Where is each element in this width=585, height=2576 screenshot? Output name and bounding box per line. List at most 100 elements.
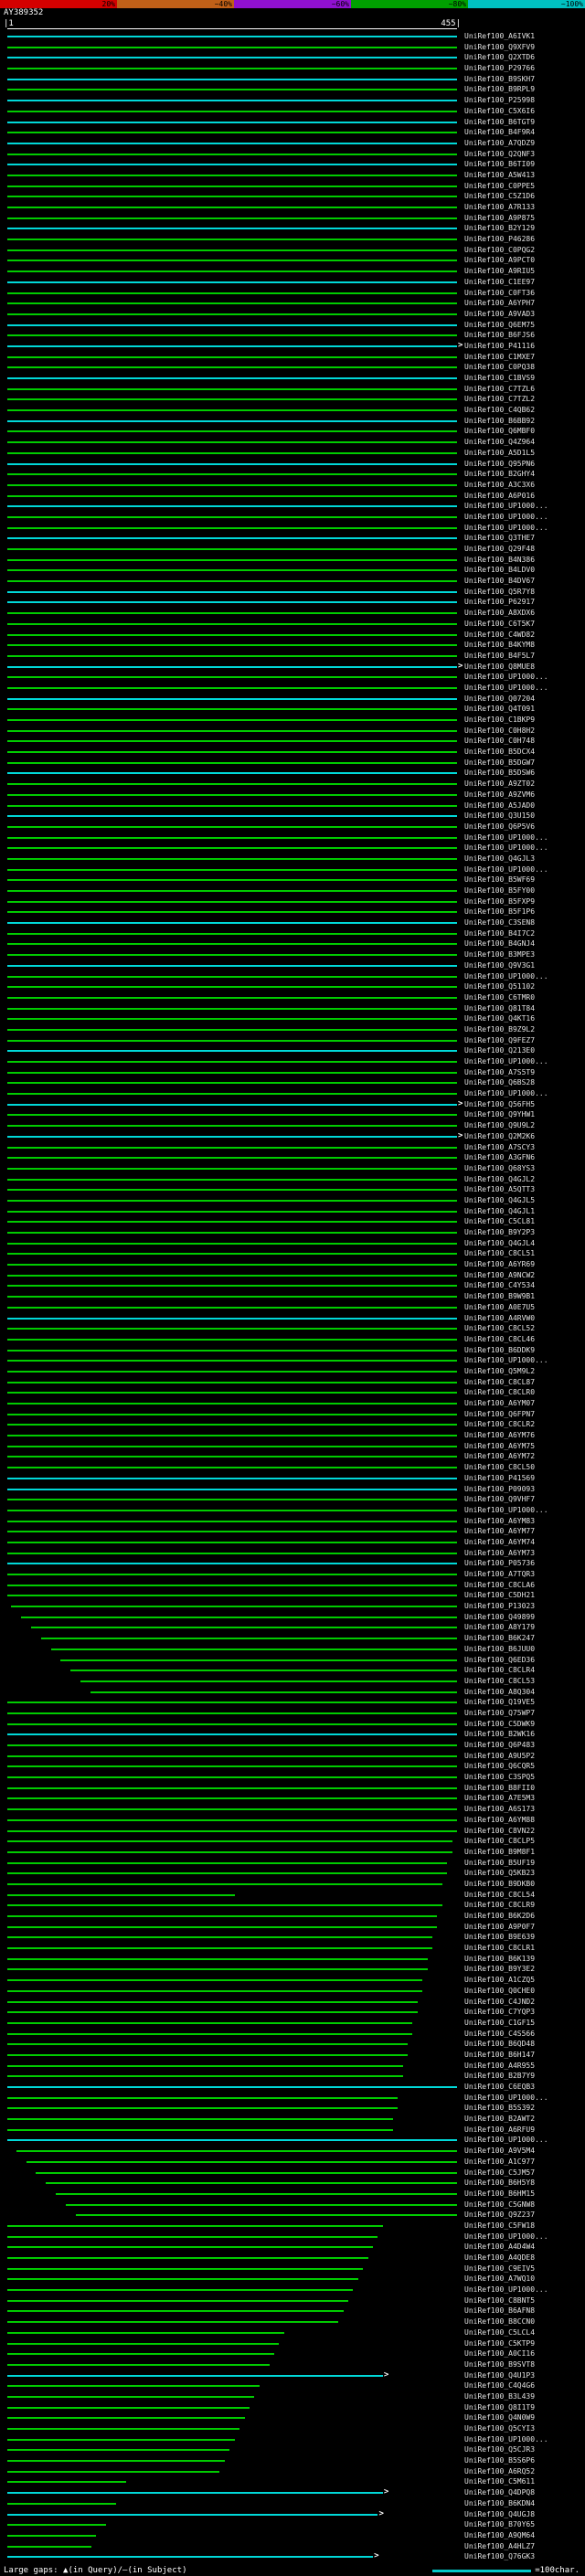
hit-label[interactable]: UniRef100_C8CLR9 — [464, 1900, 535, 1911]
alignment-bar[interactable] — [7, 740, 457, 742]
alignment-bar[interactable] — [7, 2129, 393, 2131]
alignment-bar[interactable] — [7, 1350, 457, 1352]
alignment-bar[interactable] — [7, 965, 457, 967]
hit-label[interactable]: UniRef100_UP1000... — [464, 1355, 548, 1366]
hit-label[interactable]: UniRef100_C8BNT5 — [464, 2295, 535, 2306]
hit-label[interactable]: UniRef100_B9Y3E2 — [464, 1964, 535, 1975]
hit-label[interactable]: UniRef100_A5W413 — [464, 170, 535, 181]
alignment-bar[interactable] — [80, 1680, 457, 1682]
alignment-bar[interactable] — [7, 430, 457, 432]
alignment-bar[interactable] — [7, 676, 457, 678]
hit-label[interactable]: UniRef100_A6YM72 — [464, 1451, 535, 1462]
hit-label[interactable]: UniRef100_Q5CJR3 — [464, 2444, 535, 2455]
alignment-bar[interactable] — [7, 388, 457, 390]
hit-label[interactable]: UniRef100_UP1000... — [464, 864, 548, 875]
hit-label[interactable]: UniRef100_Q8I1T9 — [464, 2402, 535, 2413]
alignment-bar[interactable] — [7, 2086, 457, 2088]
alignment-bar[interactable] — [7, 1029, 457, 1031]
alignment-bar[interactable] — [7, 217, 457, 219]
alignment-bar[interactable] — [7, 1904, 442, 1906]
alignment-bar[interactable] — [7, 2385, 260, 2387]
hit-label[interactable]: UniRef100_A3GFN6 — [464, 1152, 535, 1163]
alignment-bar[interactable] — [7, 68, 457, 69]
alignment-bar[interactable] — [7, 826, 457, 828]
alignment-bar[interactable] — [7, 1285, 457, 1287]
alignment-bar[interactable] — [7, 1414, 457, 1415]
hit-label[interactable]: UniRef100_A9NCW2 — [464, 1270, 535, 1281]
hit-label[interactable]: UniRef100_UP1000... — [464, 2093, 548, 2104]
hit-label[interactable]: UniRef100_A8XDX6 — [464, 608, 535, 619]
alignment-bar[interactable] — [7, 901, 457, 903]
hit-label[interactable]: UniRef100_Q6P5V6 — [464, 822, 535, 832]
alignment-bar[interactable] — [7, 2503, 116, 2505]
hit-label[interactable]: UniRef100_B6K2D6 — [464, 1911, 535, 1922]
hit-label[interactable]: UniRef100_A6YPH7 — [464, 298, 535, 309]
hit-label[interactable]: UniRef100_B6JUU0 — [464, 1644, 535, 1655]
hit-label[interactable]: UniRef100_C5LCL4 — [464, 2327, 535, 2338]
hit-label[interactable]: UniRef100_C4Y534 — [464, 1280, 535, 1291]
alignment-bar[interactable] — [7, 1585, 457, 1586]
hit-label[interactable]: UniRef100_P41116 — [464, 341, 535, 352]
hit-label[interactable]: UniRef100_A6YM83 — [464, 1516, 535, 1527]
alignment-bar[interactable] — [7, 869, 457, 871]
hit-label[interactable]: UniRef100_B5FY00 — [464, 885, 535, 896]
alignment-bar[interactable] — [7, 1253, 457, 1255]
hit-label[interactable]: UniRef100_A9ZT02 — [464, 779, 535, 790]
alignment-bar[interactable] — [7, 751, 457, 753]
alignment-bar[interactable] — [7, 2343, 279, 2345]
alignment-bar[interactable] — [7, 292, 457, 294]
hit-label[interactable]: UniRef100_B6H147 — [464, 2050, 535, 2061]
alignment-bar[interactable] — [7, 1723, 457, 1725]
alignment-bar[interactable] — [7, 569, 457, 571]
alignment-bar[interactable] — [7, 2236, 378, 2238]
alignment-bar[interactable] — [16, 2150, 457, 2152]
hit-label[interactable]: UniRef100_C8CLR1 — [464, 1943, 535, 1954]
hit-label[interactable]: UniRef100_B6K139 — [464, 1954, 535, 1965]
alignment-bar[interactable] — [7, 2460, 225, 2462]
alignment-bar[interactable] — [7, 154, 457, 155]
alignment-bar[interactable] — [7, 1189, 457, 1191]
hit-label[interactable]: UniRef100_C8VN22 — [464, 1826, 535, 1837]
hit-label[interactable]: UniRef100_C8CLA6 — [464, 1580, 535, 1591]
hit-label[interactable]: UniRef100_UP1000... — [464, 2284, 548, 2295]
alignment-bar[interactable] — [7, 100, 457, 101]
alignment-bar[interactable] — [36, 2172, 457, 2174]
hit-label[interactable]: UniRef100_Q4Z964 — [464, 437, 535, 448]
alignment-bar[interactable] — [7, 409, 457, 411]
alignment-bar[interactable] — [7, 175, 457, 176]
alignment-bar[interactable] — [7, 2535, 96, 2537]
alignment-bar[interactable] — [7, 1424, 457, 1426]
hit-label[interactable]: UniRef100_B4I7C2 — [464, 928, 535, 939]
hit-label[interactable]: UniRef100_C5Z1D6 — [464, 191, 535, 202]
hit-label[interactable]: UniRef100_Q9U9L2 — [464, 1120, 535, 1131]
alignment-bar[interactable] — [7, 601, 457, 603]
alignment-bar[interactable] — [60, 1659, 457, 1661]
hit-label[interactable]: UniRef100_C0PPE5 — [464, 181, 535, 192]
hit-label[interactable]: UniRef100_UP1000... — [464, 971, 548, 982]
alignment-bar[interactable] — [90, 1691, 457, 1693]
alignment-bar[interactable] — [7, 933, 457, 935]
hit-label[interactable]: UniRef100_Q68YS3 — [464, 1163, 535, 1174]
hit-label[interactable]: UniRef100_Q3THE7 — [464, 533, 535, 544]
hit-label[interactable]: UniRef100_B4F9R4 — [464, 127, 535, 138]
alignment-bar[interactable] — [7, 132, 457, 133]
alignment-bar[interactable] — [7, 1211, 457, 1213]
hit-label[interactable]: UniRef100_A7SCY3 — [464, 1142, 535, 1153]
hit-label[interactable]: UniRef100_C7YQP3 — [464, 2007, 535, 2018]
alignment-bar[interactable] — [7, 858, 457, 860]
hit-label[interactable]: UniRef100_UP1000... — [464, 523, 548, 534]
hit-label[interactable]: UniRef100_B4KYM8 — [464, 640, 535, 651]
alignment-bar[interactable] — [7, 1808, 457, 1810]
alignment-bar[interactable] — [7, 1990, 422, 1992]
alignment-bar[interactable] — [7, 772, 457, 774]
alignment-bar[interactable] — [7, 1840, 452, 1842]
alignment-bar[interactable] — [7, 1521, 457, 1522]
alignment-bar[interactable] — [21, 1617, 457, 1618]
hit-label[interactable]: UniRef100_B6TI09 — [464, 159, 535, 170]
alignment-bar[interactable] — [7, 47, 457, 48]
alignment-bar[interactable] — [7, 79, 457, 80]
hit-label[interactable]: UniRef100_A6P016 — [464, 491, 535, 502]
alignment-bar[interactable] — [7, 441, 457, 443]
hit-label[interactable]: UniRef100_UP1000... — [464, 2434, 548, 2445]
alignment-bar[interactable] — [7, 1797, 457, 1799]
